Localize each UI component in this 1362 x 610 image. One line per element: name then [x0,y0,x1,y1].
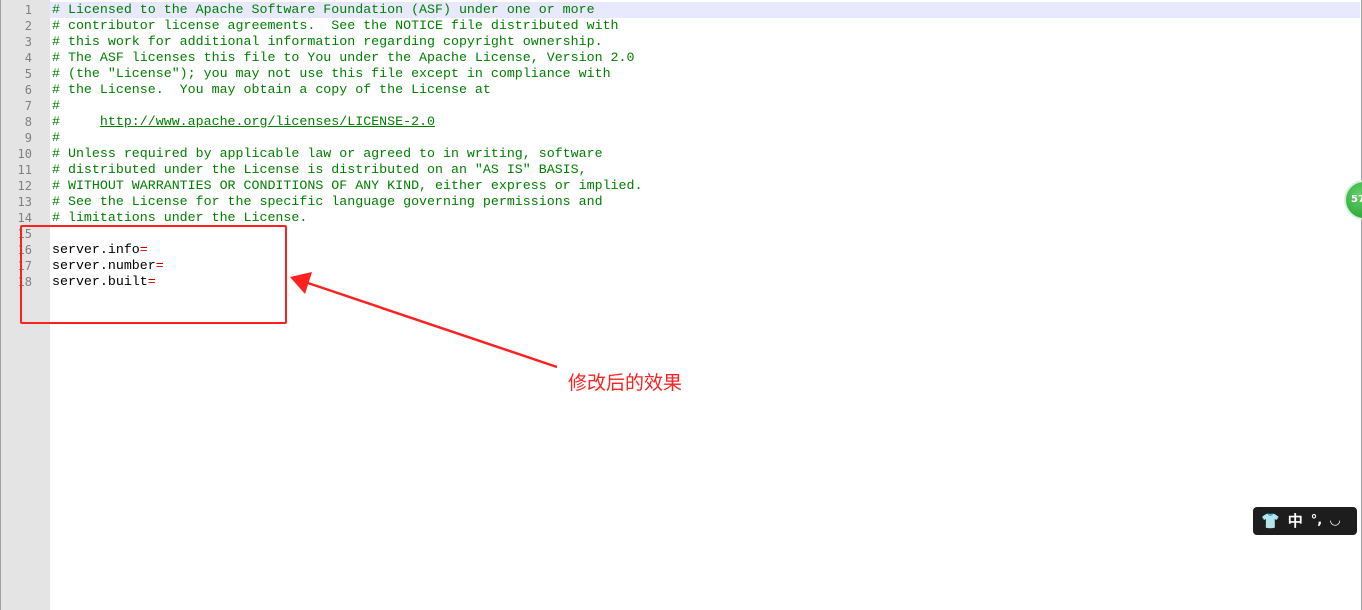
ime-toolbar[interactable]: 👕 中 °, ◡ [1253,507,1357,535]
punctuation-icon[interactable]: °, [1311,507,1322,535]
annotation-label: 修改后的效果 [568,372,683,394]
chinese-mode-icon[interactable]: 中 [1288,507,1303,535]
half-width-icon[interactable]: ◡ [1330,507,1340,535]
floating-badge-label: 57 [1351,194,1362,205]
shirt-icon[interactable]: 👕 [1261,507,1280,535]
arrow-shaft [304,280,558,369]
annotation-arrow [290,272,558,369]
